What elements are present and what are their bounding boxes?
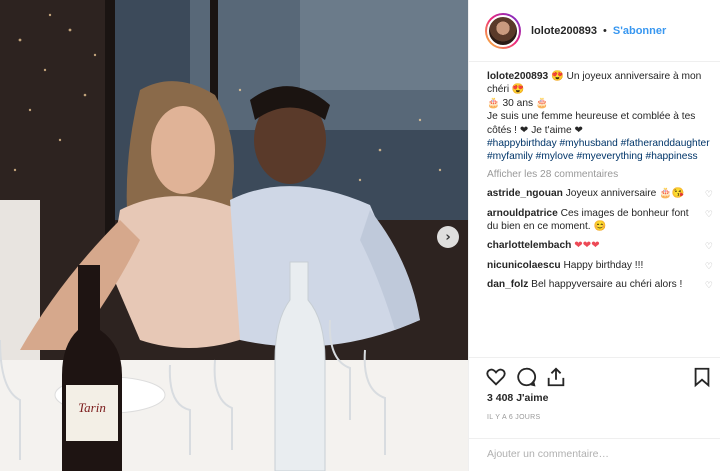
comment-text: ❤❤❤ — [574, 240, 600, 252]
add-comment-input[interactable]: Ajouter un commentaire… — [469, 438, 720, 468]
chevron-right-icon: › — [445, 229, 451, 245]
comment-username[interactable]: astride_ngouan — [487, 188, 563, 199]
header-username[interactable]: lolote200893 — [531, 25, 597, 37]
post-header: lolote200893 • S'abonner — [469, 0, 720, 62]
comment-username[interactable]: dan_folz — [487, 279, 528, 290]
caption-line-3: Je suis une femme heureuse et comblée à … — [487, 111, 696, 136]
comments-list: lolote200893 😍 Un joyeux anniversaire à … — [487, 70, 715, 292]
post-actions: 3 408 J'aime IL Y A 6 JOURS Ajouter un c… — [469, 357, 720, 467]
follow-button[interactable]: S'abonner — [613, 25, 666, 37]
comment-heart-icon[interactable]: ♡ — [705, 209, 713, 222]
comment-item: astride_ngouan Joyeux anniversaire 🎂😘 ♡ — [487, 187, 715, 200]
caption-hashtags[interactable]: #happybirthday #myhusband #fatheranddaug… — [487, 138, 710, 162]
post-photo: Tarin › — [0, 0, 468, 471]
comment-item: nicunicolaescu Happy birthday !!! ♡ — [487, 259, 715, 272]
action-icons — [485, 366, 713, 390]
comment-item: arnouldpatrice Ces images de bonheur fon… — [487, 207, 715, 234]
comment-username[interactable]: charlottelembach — [487, 240, 571, 251]
header-separator: • — [603, 24, 607, 37]
share-icon[interactable] — [545, 366, 567, 388]
likes-count[interactable]: 3 408 J'aime — [487, 392, 548, 404]
comment-item: charlottelembach ❤❤❤ ♡ — [487, 239, 715, 252]
comment-username[interactable]: nicunicolaescu — [487, 260, 561, 271]
comment-item: dan_folz Bel happyversaire au chéri alor… — [487, 278, 715, 291]
wine-label: Tarin — [78, 400, 106, 415]
post-side-panel: lolote200893 • S'abonner lolote200893 😍 … — [468, 0, 720, 471]
comment-text: Happy birthday !!! — [563, 259, 644, 271]
post-caption: lolote200893 😍 Un joyeux anniversaire à … — [487, 70, 715, 164]
comment-heart-icon[interactable]: ♡ — [705, 280, 713, 293]
comment-text: Bel happyversaire au chéri alors ! — [531, 279, 683, 291]
heart-icon[interactable] — [485, 366, 507, 388]
next-photo-button[interactable]: › — [437, 226, 459, 248]
comment-username[interactable]: arnouldpatrice — [487, 208, 558, 219]
comment-text: Joyeux anniversaire 🎂😘 — [565, 188, 685, 200]
comment-icon[interactable] — [515, 366, 537, 388]
caption-line-2: 🎂 30 ans 🎂 — [487, 97, 549, 109]
bookmark-icon[interactable] — [691, 366, 713, 388]
avatar[interactable] — [485, 12, 521, 49]
view-all-comments-link[interactable]: Afficher les 28 commentaires — [487, 168, 715, 181]
comment-heart-icon[interactable]: ♡ — [705, 189, 713, 202]
comment-heart-icon[interactable]: ♡ — [705, 241, 713, 254]
comment-heart-icon[interactable]: ♡ — [705, 261, 713, 274]
caption-username[interactable]: lolote200893 — [487, 71, 548, 82]
post-date: IL Y A 6 JOURS — [487, 414, 541, 421]
